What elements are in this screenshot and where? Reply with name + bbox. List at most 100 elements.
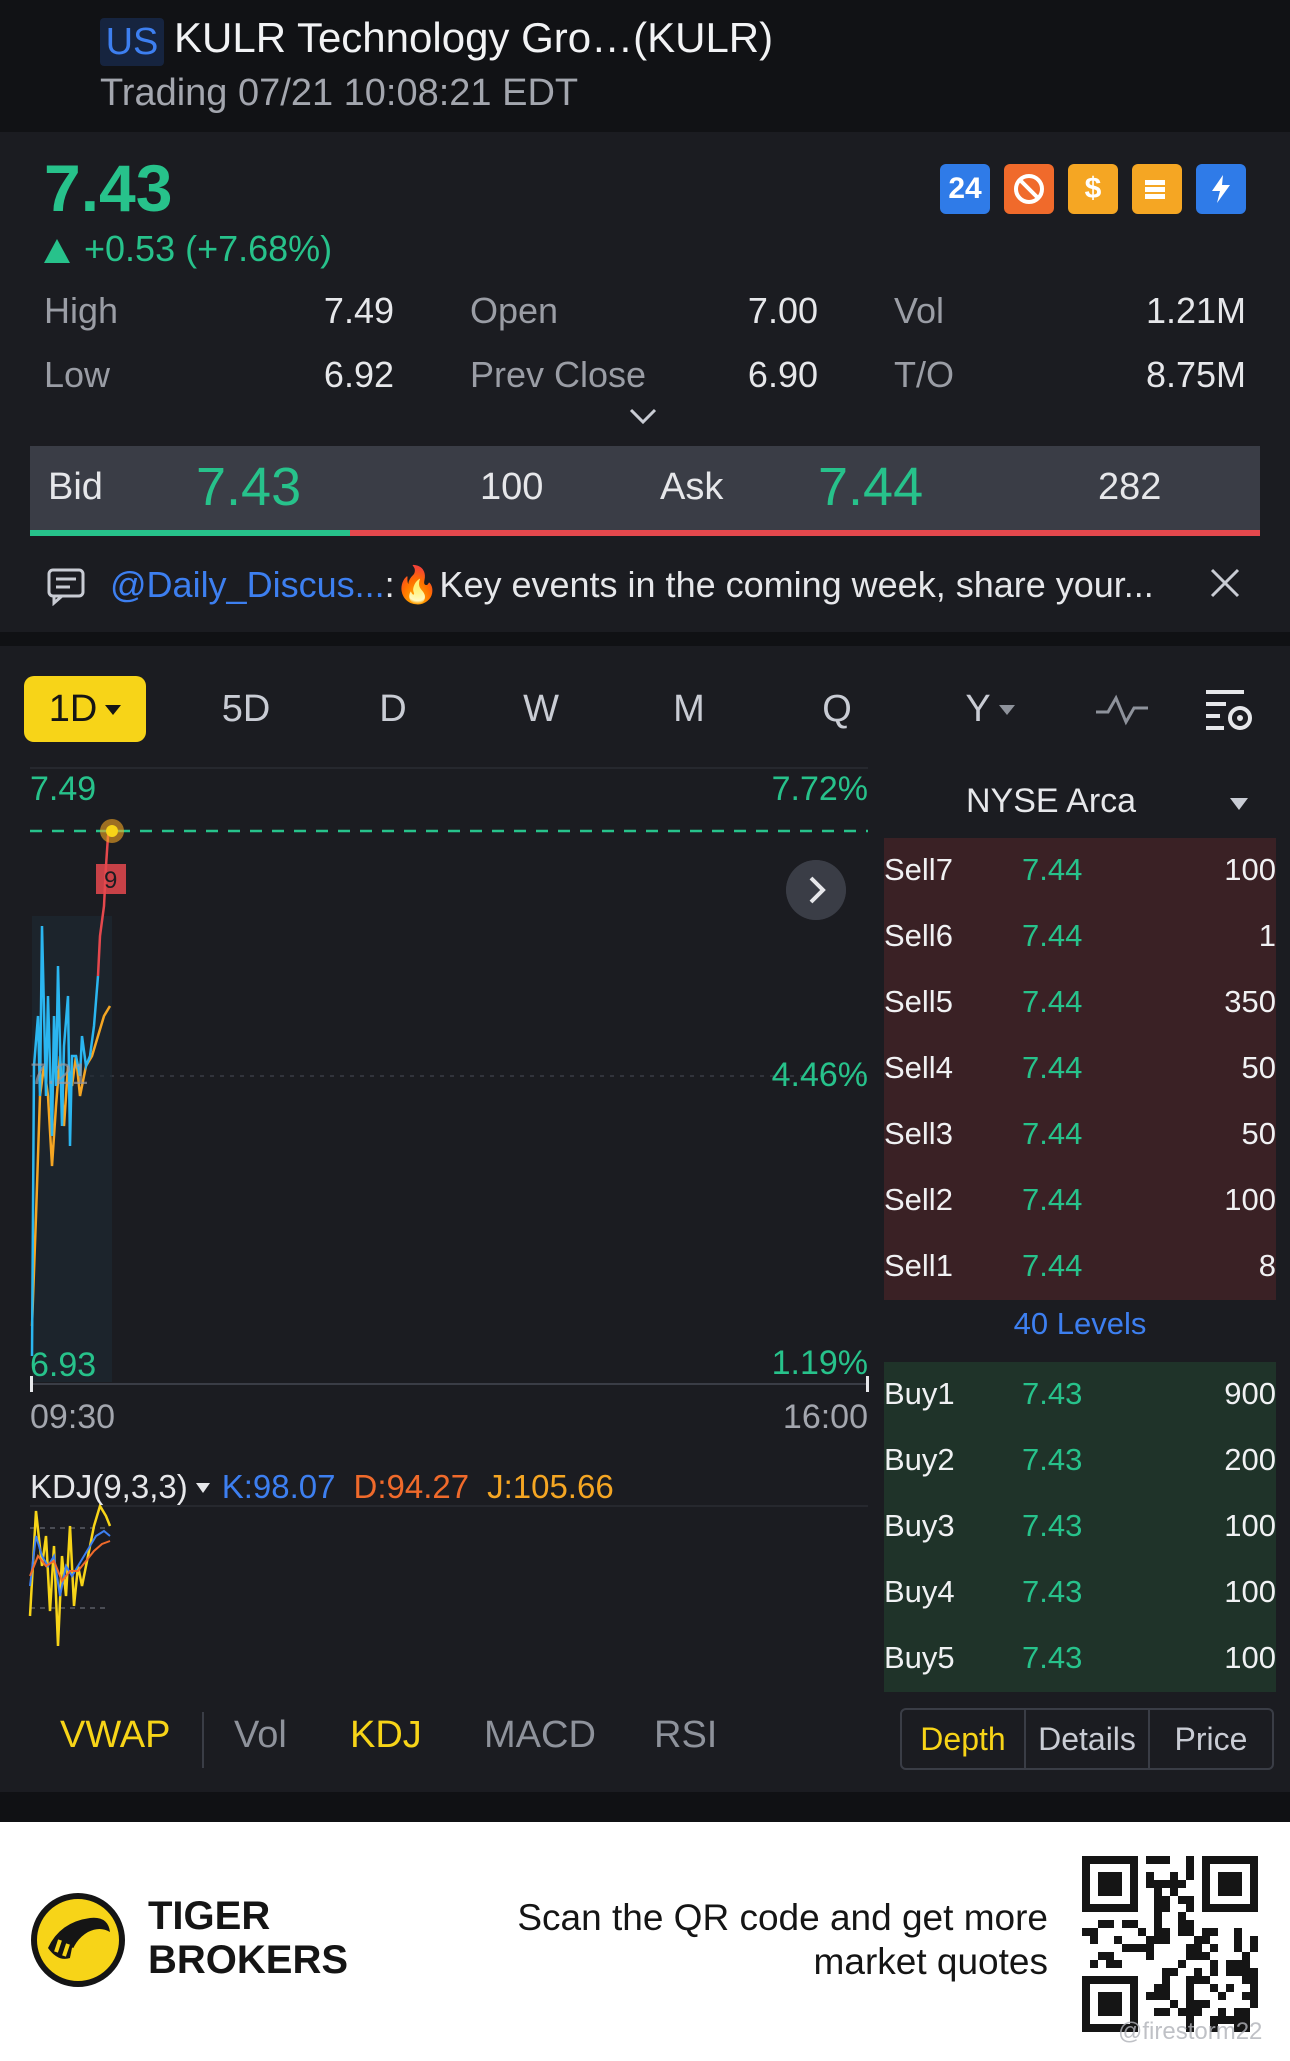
tab-rsi[interactable]: RSI bbox=[654, 1714, 717, 1757]
sell-row[interactable]: Sell1 7.44 8 bbox=[884, 1234, 1276, 1300]
qr-module bbox=[1194, 1976, 1202, 1984]
tab-1d[interactable]: 1D bbox=[24, 676, 146, 742]
qr-module bbox=[1250, 2000, 1258, 2008]
intraday-chart[interactable]: 9 7.21 bbox=[0, 766, 880, 1666]
tab-kdj[interactable]: KDJ bbox=[350, 1714, 422, 1757]
tab-macd[interactable]: MACD bbox=[484, 1714, 596, 1757]
tab-y-label: Y bbox=[965, 688, 991, 730]
tab-y[interactable]: Y bbox=[950, 676, 1030, 742]
qr-module bbox=[1154, 1904, 1162, 1912]
qr-module bbox=[1146, 1880, 1154, 1888]
buy-row[interactable]: Buy5 7.43 100 bbox=[884, 1626, 1276, 1692]
discussion-user[interactable]: @Daily_Discus... bbox=[110, 564, 385, 605]
qr-module bbox=[1210, 1968, 1218, 1976]
brand-name: TIGER BROKERS bbox=[148, 1894, 348, 1982]
scan-line-1: Scan the QR code and get more bbox=[517, 1897, 1048, 1938]
y-high-label: 7.49 bbox=[30, 770, 97, 808]
stat-turnover-value: 8.75M bbox=[1145, 354, 1246, 395]
qr-module bbox=[1210, 1928, 1218, 1936]
sell-row[interactable]: Sell7 7.44 100 bbox=[884, 838, 1276, 904]
sell-row[interactable]: Sell2 7.44 100 bbox=[884, 1168, 1276, 1234]
qr-module bbox=[1146, 1944, 1154, 1952]
tab-vol[interactable]: Vol bbox=[234, 1714, 287, 1757]
qr-module bbox=[1154, 2008, 1162, 2016]
tab-q[interactable]: Q bbox=[802, 676, 872, 742]
qr-module bbox=[1090, 1936, 1098, 1944]
qr-module bbox=[1226, 1984, 1234, 1992]
tab-details[interactable]: Details bbox=[1026, 1710, 1150, 1768]
tab-depth[interactable]: Depth bbox=[902, 1710, 1026, 1768]
qr-module bbox=[1186, 1904, 1194, 1912]
qr-module bbox=[1186, 1864, 1194, 1872]
row-price: 7.43 bbox=[1022, 1640, 1083, 1675]
dropdown-caret-icon bbox=[1230, 798, 1248, 810]
qr-module bbox=[1186, 2000, 1194, 2008]
close-icon[interactable] bbox=[1208, 566, 1242, 600]
row-price: 7.44 bbox=[1022, 918, 1083, 953]
qr-module bbox=[1194, 1952, 1202, 1960]
tab-w[interactable]: W bbox=[506, 676, 576, 742]
bid-ask-bar: Bid 7.43 100 Ask 7.44 282 bbox=[30, 446, 1260, 530]
sell-row[interactable]: Sell3 7.44 50 bbox=[884, 1102, 1276, 1168]
qr-module bbox=[1146, 1936, 1154, 1944]
qr-module bbox=[1186, 1944, 1194, 1952]
buy-row[interactable]: Buy1 7.43 900 bbox=[884, 1362, 1276, 1428]
qr-module bbox=[1170, 1880, 1178, 1888]
flash-icon[interactable] bbox=[1196, 164, 1246, 214]
price-change: +0.53 (+7.68%) bbox=[44, 228, 332, 270]
chart-settings-icon[interactable] bbox=[1204, 686, 1254, 734]
qr-module bbox=[1146, 1872, 1154, 1880]
24-hour-badge-icon[interactable]: 24 bbox=[940, 164, 990, 214]
buy-row[interactable]: Buy2 7.43 200 bbox=[884, 1428, 1276, 1494]
discussion-text[interactable]: @Daily_Discus...:🔥Key events in the comi… bbox=[110, 564, 1154, 606]
event-marker-text: 9 bbox=[104, 867, 117, 894]
chevron-down-icon[interactable] bbox=[628, 406, 658, 426]
no-entry-icon[interactable] bbox=[1004, 164, 1054, 214]
caret-down-icon bbox=[105, 705, 122, 715]
qr-module bbox=[1082, 1928, 1090, 1936]
sell-row[interactable]: Sell5 7.44 350 bbox=[884, 970, 1276, 1036]
pct-high-label: 7.72% bbox=[771, 770, 868, 808]
tab-d[interactable]: D bbox=[358, 676, 428, 742]
stock-title[interactable]: KULR Technology Gro…(KULR) bbox=[174, 14, 773, 62]
exchange-selector[interactable]: NYSE Arca bbox=[884, 770, 1276, 834]
buy-row[interactable]: Buy3 7.43 100 bbox=[884, 1494, 1276, 1560]
tiger-logo-icon bbox=[31, 1893, 125, 1987]
qr-module bbox=[1146, 1952, 1154, 1960]
tab-5d[interactable]: 5D bbox=[206, 676, 286, 742]
scan-line-2: market quotes bbox=[813, 1941, 1048, 1982]
stat-vol-label: Vol bbox=[894, 290, 945, 331]
brand-line-2: BROKERS bbox=[148, 1938, 349, 1982]
row-label: Buy1 bbox=[884, 1376, 955, 1411]
chevron-right-icon[interactable] bbox=[786, 860, 846, 920]
row-label: Buy5 bbox=[884, 1640, 955, 1675]
ask-size: 282 bbox=[1098, 466, 1162, 508]
sell-row[interactable]: Sell4 7.44 50 bbox=[884, 1036, 1276, 1102]
y-low-label: 6.93 bbox=[30, 1346, 97, 1384]
sell-row[interactable]: Sell6 7.44 1 bbox=[884, 904, 1276, 970]
stack-icon[interactable] bbox=[1132, 164, 1182, 214]
qr-module bbox=[1194, 1968, 1202, 1976]
row-price: 7.44 bbox=[1022, 852, 1083, 887]
levels-link[interactable]: 40 Levels bbox=[884, 1306, 1276, 1342]
tab-separator bbox=[202, 1712, 204, 1768]
indicator-wave-icon[interactable] bbox=[1094, 690, 1150, 730]
discussion-banner[interactable]: @Daily_Discus...:🔥Key events in the comi… bbox=[0, 550, 1290, 622]
qr-module bbox=[1162, 1992, 1170, 2000]
buy-row[interactable]: Buy4 7.43 100 bbox=[884, 1560, 1276, 1626]
row-qty: 200 bbox=[1224, 1442, 1276, 1477]
row-qty: 50 bbox=[1241, 1116, 1276, 1151]
tab-vwap[interactable]: VWAP bbox=[60, 1714, 171, 1757]
qr-module bbox=[1218, 2008, 1226, 2016]
qr-module bbox=[1178, 1920, 1186, 1928]
qr-module bbox=[1162, 2008, 1170, 2016]
qr-module bbox=[1210, 1944, 1218, 1952]
tab-m[interactable]: M bbox=[654, 676, 724, 742]
qr-module bbox=[1194, 1944, 1202, 1952]
sell-side: Sell7 7.44 100 Sell6 7.44 1 Sell5 7.44 350 Sel… bbox=[884, 838, 1276, 1300]
dollar-icon[interactable]: $ bbox=[1068, 164, 1118, 214]
kdj-legend[interactable]: KDJ(9,3,3) K:98.07 D:94.27 J:105.66 bbox=[30, 1468, 614, 1506]
bid-price: 7.43 bbox=[196, 457, 302, 517]
tab-price[interactable]: Price bbox=[1150, 1710, 1272, 1768]
qr-module bbox=[1202, 1952, 1210, 1960]
